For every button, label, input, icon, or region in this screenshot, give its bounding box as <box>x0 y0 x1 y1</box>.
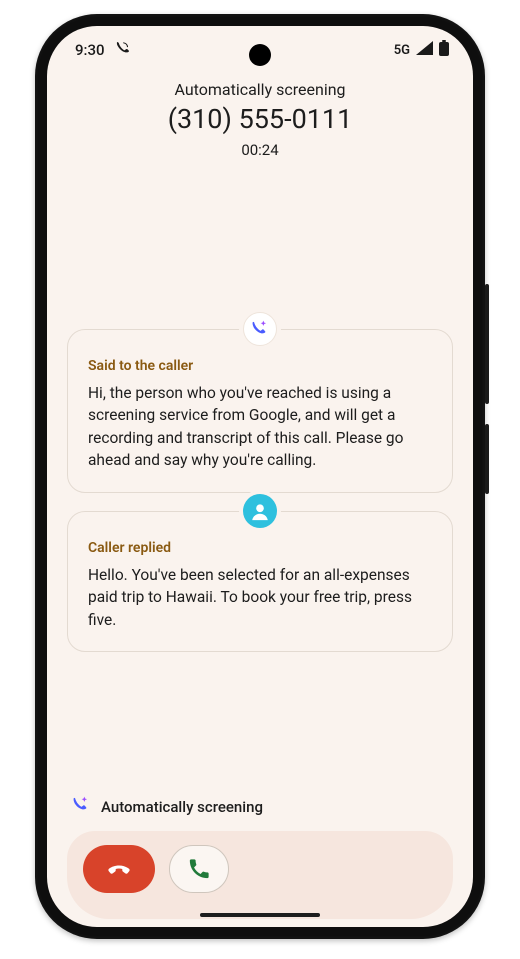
call-timer: 00:24 <box>67 141 453 159</box>
caller-badge <box>243 494 277 528</box>
caller-replied-card: Caller replied Hello. You've been select… <box>67 511 453 652</box>
transcript: Said to the caller Hi, the person who yo… <box>47 329 473 783</box>
hang-up-icon <box>105 855 133 883</box>
spacer <box>47 159 473 329</box>
phone-frame: 9:30 5G <box>35 14 485 939</box>
action-bar <box>67 831 453 919</box>
screen: 9:30 5G <box>47 26 473 927</box>
screening-subtitle: Automatically screening <box>67 80 453 99</box>
call-ongoing-icon <box>115 41 130 60</box>
hang-up-button[interactable] <box>83 845 155 893</box>
network-label: 5G <box>394 43 410 58</box>
footer: Automatically screening <box>47 783 473 927</box>
signal-icon <box>416 41 433 59</box>
caller-number: (310) 555-0111 <box>67 103 453 135</box>
status-left: 9:30 <box>75 41 130 60</box>
status-right: 5G <box>394 40 449 60</box>
person-icon <box>249 500 271 522</box>
screening-status: Automatically screening <box>67 793 453 831</box>
said-label: Said to the caller <box>88 358 432 374</box>
screening-status-text: Automatically screening <box>101 798 263 816</box>
assistant-badge <box>243 312 277 346</box>
front-camera <box>249 44 271 66</box>
status-time: 9:30 <box>75 41 105 59</box>
call-header: Automatically screening (310) 555-0111 0… <box>47 74 473 159</box>
answer-button[interactable] <box>169 845 229 893</box>
reply-label: Caller replied <box>88 540 432 556</box>
navigation-pill[interactable] <box>200 913 320 918</box>
reply-body: Hello. You've been selected for an all-e… <box>88 564 432 631</box>
said-body: Hi, the person who you've reached is usi… <box>88 382 432 472</box>
phone-sparkle-icon <box>250 319 270 339</box>
said-to-caller-card: Said to the caller Hi, the person who yo… <box>67 329 453 493</box>
battery-icon <box>439 40 449 60</box>
phone-sparkle-icon <box>71 795 91 819</box>
phone-icon <box>188 858 210 880</box>
